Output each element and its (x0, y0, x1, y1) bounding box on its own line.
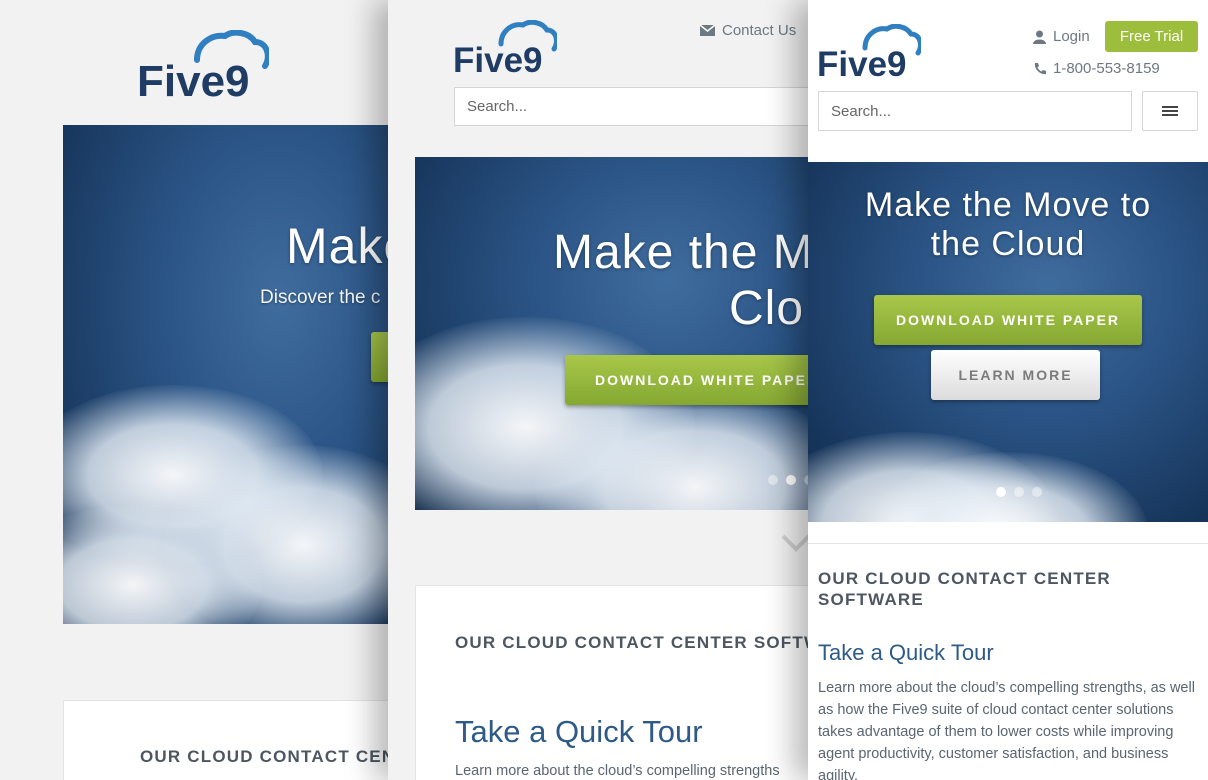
svg-text:Five9: Five9 (817, 45, 907, 80)
five9-logo-mark: Five9 (137, 30, 269, 100)
divider (808, 543, 1208, 544)
phone-link[interactable]: 1-800-553-8159 (1033, 60, 1160, 77)
section-title-line2: SOFTWARE (818, 590, 924, 609)
tour-text: Learn more about the cloud’s compelling … (455, 763, 780, 779)
hero-subtitle: Discover the c (260, 287, 381, 308)
learn-more-button[interactable]: LEARN MORE (931, 350, 1100, 400)
svg-text:Five9: Five9 (137, 57, 250, 100)
hero-title-line1: Make the M (553, 226, 814, 279)
phone-icon (1034, 63, 1046, 75)
carousel-dots (996, 487, 1042, 497)
menu-button[interactable] (1142, 91, 1198, 131)
hero-banner: Make the Move to the Cloud DOWNLOAD WHIT… (808, 162, 1208, 522)
mobile-view-panel: Five9 Login Free Trial 1-800-553-8159 Se… (808, 0, 1208, 780)
carousel-dot-active[interactable] (786, 475, 796, 485)
responsive-showcase: Five9 Make Discover the c OUR CLOUD CONT… (0, 0, 1208, 780)
free-trial-button[interactable]: Free Trial (1105, 21, 1198, 52)
carousel-dot-active[interactable] (996, 487, 1006, 497)
tour-title: Take a Quick Tour (818, 640, 994, 665)
login-label: Login (1053, 28, 1090, 45)
hero-banner: Make the M Clo DOWNLOAD WHITE PAPER (415, 157, 828, 510)
tablet-view-panel: Five9 Contact Us Make the M Clo DOWNLOAD… (388, 0, 828, 780)
section-title-line1: OUR CLOUD CONTACT CENTER (818, 569, 1111, 588)
content-card: OUR CLOUD CONTACT CENTER SOFTW Take a Qu… (415, 585, 828, 780)
hamburger-icon (1162, 106, 1178, 116)
chevron-down-icon[interactable] (781, 534, 811, 552)
search-input[interactable] (454, 87, 828, 126)
carousel-dot[interactable] (1032, 487, 1042, 497)
envelope-icon (700, 25, 715, 36)
phone-number: 1-800-553-8159 (1053, 60, 1160, 77)
five9-logo-mark: Five9 (453, 20, 557, 76)
carousel-dot[interactable] (1014, 487, 1024, 497)
login-link[interactable]: Login (1033, 28, 1090, 45)
content-card: OUR CLOUD CONTACT CEN (63, 700, 420, 780)
tour-text: Learn more about the cloud’s compelling … (818, 680, 1195, 780)
download-white-paper-button[interactable]: DOWNLOAD WHITE PAPER (565, 355, 828, 405)
carousel-dot[interactable] (768, 475, 778, 485)
desktop-view-panel: Five9 Make Discover the c OUR CLOUD CONT… (0, 0, 420, 780)
contact-us-label: Contact Us (722, 22, 797, 39)
five9-logo[interactable]: Five9 (817, 24, 921, 80)
hero-title-line2: the Cloud (930, 225, 1086, 263)
search-input[interactable] (818, 91, 1132, 131)
hero-banner: Make Discover the c (63, 125, 420, 624)
five9-logo-mark: Five9 (817, 24, 921, 80)
section-title: OUR CLOUD CONTACT CEN (140, 747, 396, 766)
contact-us-link[interactable]: Contact Us (700, 22, 796, 39)
svg-text:Five9: Five9 (453, 41, 543, 76)
download-white-paper-button[interactable]: DOWNLOAD WHITE PAPER (874, 295, 1142, 345)
hero-title-line1: Make the Move to (864, 186, 1152, 224)
five9-logo[interactable]: Five9 (453, 20, 557, 76)
hero-title-line2: Clo (729, 282, 805, 335)
user-icon (1033, 30, 1046, 44)
section-title: OUR CLOUD CONTACT CENTER SOFTW (455, 633, 822, 652)
five9-logo[interactable]: Five9 (137, 30, 269, 100)
tour-title: Take a Quick Tour (455, 714, 703, 749)
